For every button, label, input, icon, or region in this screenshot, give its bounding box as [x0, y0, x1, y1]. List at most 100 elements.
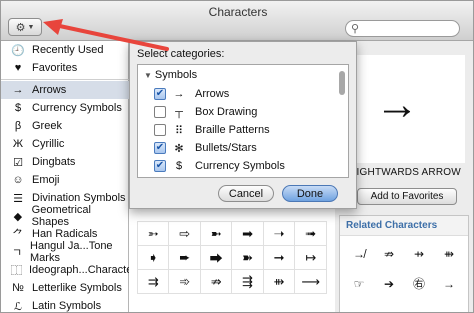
character-cell[interactable]: ➾ — [168, 269, 201, 294]
character-cell[interactable]: ➟ — [294, 221, 327, 246]
box-drawing-icon: ┬ — [175, 106, 183, 118]
category-item-braille-patterns[interactable]: ⠿ Braille Patterns — [154, 121, 270, 139]
sidebar-item-label: Ideograph...Characters — [29, 264, 142, 276]
character-cell[interactable]: ➝ — [262, 221, 296, 246]
sidebar-item-label: Divination Symbols — [32, 192, 126, 204]
character-cell[interactable]: ➞ — [262, 245, 296, 270]
characters-window: Characters ⚙ ▼ ⚲ 🕘 Recently Used ♥ Favor… — [0, 0, 474, 313]
sidebar-item-favorites[interactable]: ♥ Favorites — [1, 59, 129, 77]
disclosure-triangle-icon: ▼ — [144, 70, 152, 80]
annotation-arrow-icon — [43, 19, 169, 51]
beta-icon: β — [14, 120, 22, 132]
category-label: Braille Patterns — [195, 124, 270, 136]
related-character[interactable]: ⇏ — [376, 242, 402, 266]
sidebar-item-cyrillic[interactable]: Ж Cyrillic — [1, 135, 129, 153]
related-character[interactable]: → — [436, 272, 462, 296]
hangul-icon: ㄱ — [11, 247, 23, 259]
related-character[interactable]: ㊨ — [406, 272, 432, 296]
category-item-arrows[interactable]: ✔ → Arrows — [154, 85, 229, 103]
category-label: Currency Symbols — [195, 160, 285, 172]
trigram-icon: ☰ — [13, 192, 23, 205]
sidebar-item-label: Currency Symbols — [32, 102, 122, 114]
search-input[interactable]: ⚲ — [345, 20, 460, 37]
character-cell[interactable]: ➡ — [231, 221, 264, 246]
sidebar-item-hangul[interactable]: ㄱ Hangul Ja...Tone Marks — [1, 240, 129, 264]
sidebar-divider — [1, 79, 129, 80]
sidebar-item-label: Han Radicals — [32, 228, 98, 240]
character-cell[interactable]: ➧ — [136, 245, 170, 270]
related-character[interactable]: ↛ — [346, 242, 372, 266]
clock-icon: 🕘 — [11, 44, 25, 57]
character-grid: ➳ ⇨ ➼ ➡ ➝ ➟ ➧ ➨ ⮕ ➽ ➞ ↦ ⇉ ➾ ⇏ ⇶ ⇻ ⟶ — [136, 221, 327, 294]
arrow-icon: → — [12, 84, 24, 96]
heart-icon: ♥ — [14, 62, 22, 74]
character-cell[interactable]: ➼ — [199, 221, 233, 246]
checkbox[interactable]: ✔ — [154, 142, 166, 154]
braille-icon: ⠿ — [174, 124, 184, 137]
character-cell[interactable]: ➽ — [231, 245, 264, 270]
character-cell[interactable]: ⇉ — [136, 269, 170, 294]
add-to-favorites-button[interactable]: Add to Favorites — [357, 188, 457, 205]
group-label: Symbols — [154, 69, 198, 81]
select-categories-popover: Select categories: ▼ Symbols ✔ → Arrows … — [129, 41, 357, 209]
smiley-icon: ☺ — [12, 174, 24, 186]
character-cell[interactable]: ⇶ — [231, 269, 264, 294]
ideograph-icon: ⿰ — [11, 265, 22, 277]
sidebar-item-emoji[interactable]: ☺ Emoji — [1, 171, 129, 189]
category-item-currency-symbols[interactable]: ✔ $ Currency Symbols — [154, 157, 285, 175]
sidebar-item-currency-symbols[interactable]: $ Currency Symbols — [1, 99, 129, 117]
sidebar-item-geometrical-shapes[interactable]: ◆ Geometrical Shapes — [1, 204, 129, 228]
category-label: Box Drawing — [195, 106, 258, 118]
checkbox[interactable] — [154, 124, 166, 136]
sidebar-item-label: Emoji — [32, 174, 60, 186]
latin-icon: ℒ — [14, 300, 22, 313]
character-cell[interactable]: ⇻ — [262, 269, 296, 294]
category-item-bullets-stars[interactable]: ✔ ✻ Bullets/Stars — [154, 139, 257, 157]
chevron-down-icon: ▼ — [27, 23, 35, 31]
scrollbar-thumb[interactable] — [339, 71, 345, 95]
checkbox-icon: ☑ — [13, 156, 23, 169]
related-characters-panel: Related Characters ↛ ⇏ ⇸ ⇻ ☞ ➔ ㊨ → — [339, 215, 469, 312]
sidebar-item-letterlike-symbols[interactable]: № Letterlike Symbols — [1, 279, 129, 297]
checkbox[interactable]: ✔ — [154, 160, 166, 172]
related-character[interactable]: ⇻ — [436, 242, 462, 266]
done-button[interactable]: Done — [282, 185, 338, 202]
character-cell[interactable]: ➳ — [136, 221, 170, 246]
scrollbar[interactable] — [338, 67, 346, 175]
search-icon: ⚲ — [351, 23, 360, 35]
character-cell[interactable]: ⮕ — [199, 245, 233, 270]
character-cell[interactable]: ↦ — [294, 245, 327, 270]
character-cell[interactable]: ⇨ — [168, 221, 201, 246]
related-character[interactable]: ➔ — [376, 272, 402, 296]
sidebar-item-ideograph[interactable]: ⿰ Ideograph...Characters — [1, 261, 142, 279]
sidebar-item-latin-symbols[interactable]: ℒ Latin Symbols — [1, 297, 129, 313]
sidebar-item-label: Favorites — [32, 62, 78, 74]
sidebar-item-dingbats[interactable]: ☑ Dingbats — [1, 153, 129, 171]
han-icon: ⺈ — [12, 229, 24, 241]
related-character[interactable]: ⇸ — [406, 242, 432, 266]
character-cell[interactable]: ⟶ — [294, 269, 327, 294]
character-cell[interactable]: ⇏ — [199, 269, 233, 294]
sidebar-item-arrows[interactable]: → Arrows — [1, 81, 129, 99]
character-preview: → — [345, 55, 465, 163]
cancel-button[interactable]: Cancel — [218, 185, 274, 202]
symbols-group[interactable]: ▼ Symbols — [144, 69, 197, 81]
checkbox[interactable]: ✔ — [154, 88, 166, 100]
dollar-icon: $ — [14, 102, 22, 114]
category-item-box-drawing[interactable]: ┬ Box Drawing — [154, 103, 257, 121]
sidebar-item-greek[interactable]: β Greek — [1, 117, 129, 135]
action-menu-button[interactable]: ⚙ ▼ — [8, 18, 42, 36]
dollar-icon: $ — [175, 160, 183, 172]
character-cell[interactable]: ➨ — [168, 245, 201, 270]
star-icon: ✻ — [174, 142, 184, 155]
gear-icon: ⚙ — [15, 21, 26, 34]
related-characters-title: Related Characters — [340, 216, 468, 236]
diamond-icon: ◆ — [13, 210, 23, 223]
category-sidebar: 🕘 Recently Used ♥ Favorites → Arrows $ C… — [1, 41, 142, 313]
sidebar-item-label: Arrows — [32, 84, 67, 96]
sidebar-item-label: Greek — [32, 120, 62, 132]
related-character[interactable]: ☞ — [346, 272, 372, 296]
category-checklist: ▼ Symbols ✔ → Arrows ┬ Box Drawing ⠿ Bra… — [137, 64, 349, 178]
window-title: Characters — [208, 5, 268, 19]
checkbox[interactable] — [154, 106, 166, 118]
